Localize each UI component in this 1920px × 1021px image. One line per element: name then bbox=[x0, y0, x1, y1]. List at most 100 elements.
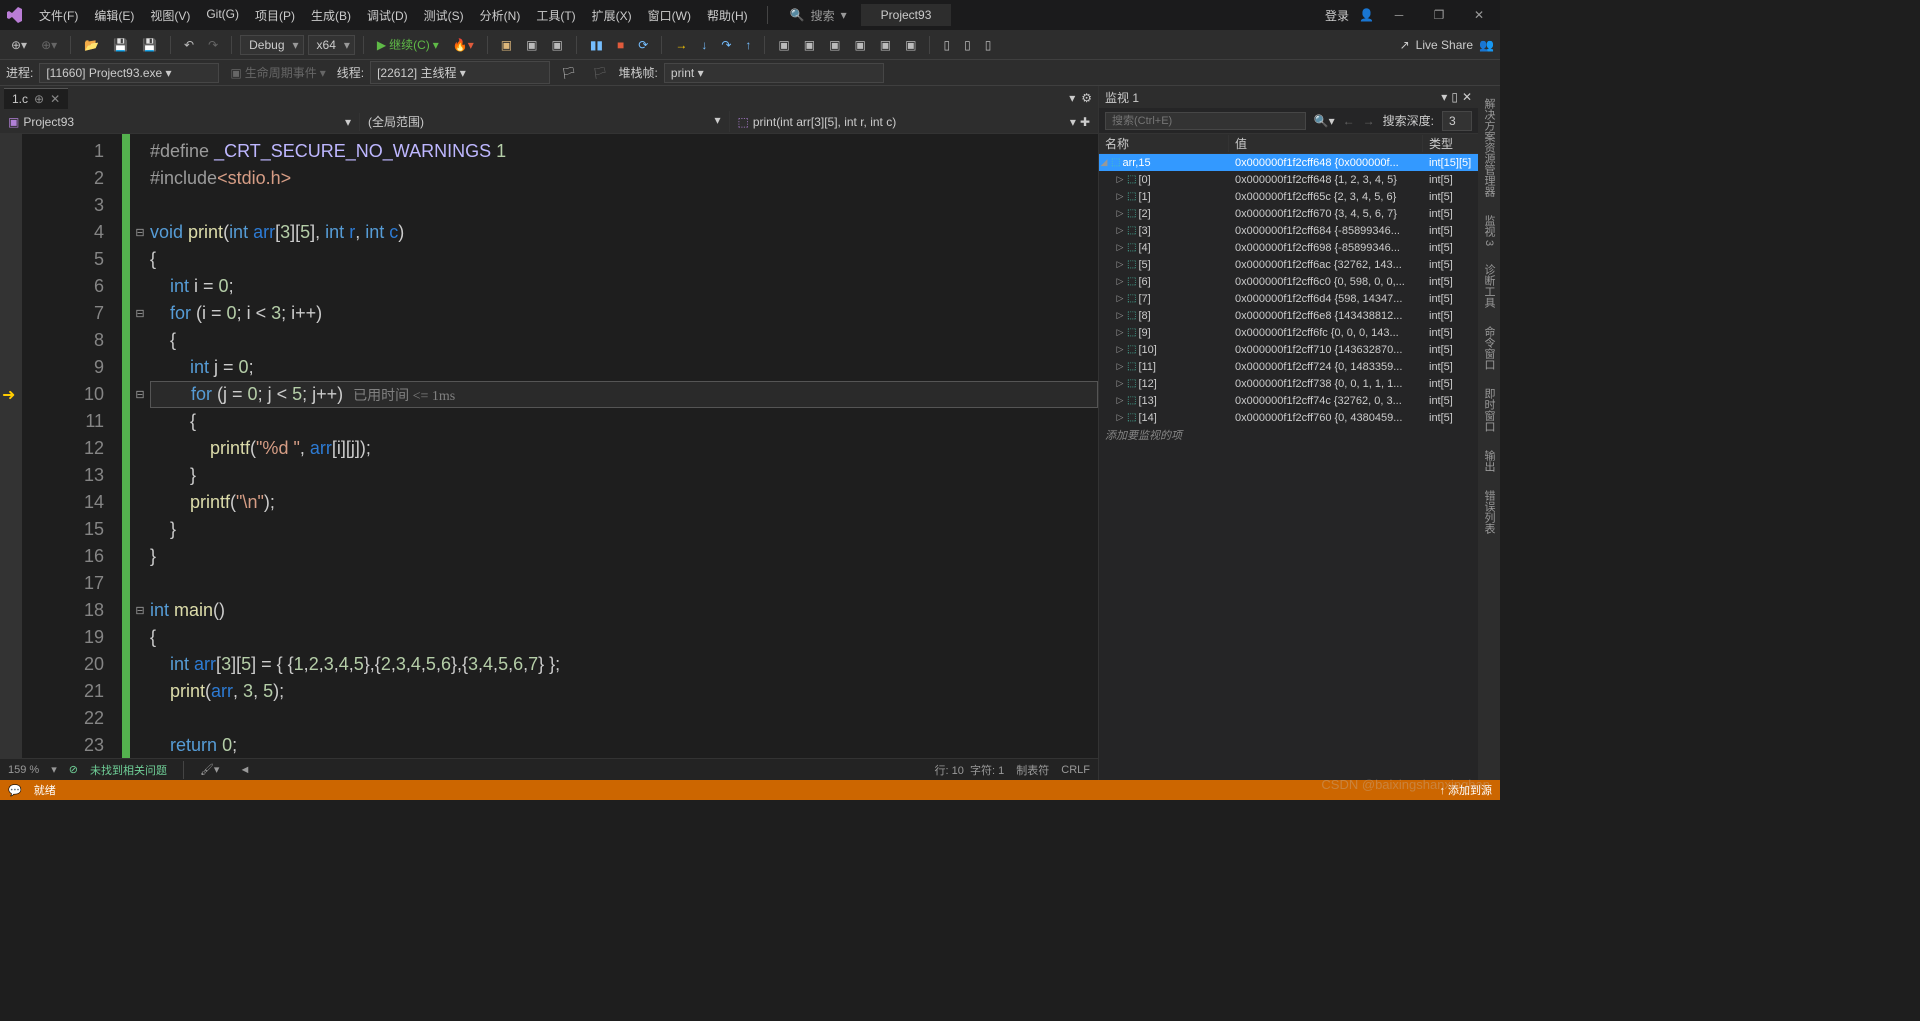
menu-git[interactable]: Git(G) bbox=[199, 3, 246, 28]
continue-button[interactable]: ▶ 继续(C) ▾ bbox=[372, 33, 444, 56]
tool2-icon[interactable]: ▣ bbox=[521, 35, 542, 55]
stop-icon[interactable]: ■ bbox=[612, 35, 629, 55]
menu-extensions[interactable]: 扩展(X) bbox=[585, 3, 639, 28]
search-icon[interactable]: 🔍▾ bbox=[1314, 114, 1335, 128]
watch-row[interactable]: ▷⬚ [1]0x000000f1f2cff65c {2, 3, 4, 5, 6}… bbox=[1099, 188, 1478, 205]
platform-combo[interactable]: x64 bbox=[308, 35, 355, 55]
watch-row[interactable]: ▷⬚ [0]0x000000f1f2cff648 {1, 2, 3, 4, 5}… bbox=[1099, 171, 1478, 188]
chat-icon[interactable]: 💬 bbox=[8, 784, 22, 797]
toolx8-icon[interactable]: ▯ bbox=[959, 35, 976, 55]
save-icon[interactable]: 💾 bbox=[108, 35, 133, 55]
encoding[interactable]: CRLF bbox=[1061, 764, 1090, 776]
toolx7-icon[interactable]: ▯ bbox=[938, 35, 955, 55]
code-editor[interactable]: 123456789 ➜10 11121314151617181920212223… bbox=[0, 134, 1098, 758]
step-into-icon[interactable]: ↓ bbox=[696, 35, 712, 55]
pin-icon[interactable]: ⊕ bbox=[34, 92, 44, 106]
menu-window[interactable]: 窗口(W) bbox=[641, 3, 698, 28]
watch-row[interactable]: ▷⬚ [6]0x000000f1f2cff6c0 {0, 598, 0, 0,.… bbox=[1099, 273, 1478, 290]
plus-icon[interactable]: ✚ bbox=[1080, 115, 1090, 129]
watch-row[interactable]: ▷⬚ [3]0x000000f1f2cff684 {-85899346...in… bbox=[1099, 222, 1478, 239]
menu-debug[interactable]: 调试(D) bbox=[360, 3, 415, 28]
watch-search-input[interactable] bbox=[1105, 112, 1306, 130]
sidetab-imm[interactable]: 即时窗口 bbox=[1478, 380, 1500, 440]
restart-icon[interactable]: ⟳ bbox=[633, 35, 653, 55]
sidetab-watch3[interactable]: 监视 3 bbox=[1478, 207, 1500, 254]
thread-combo[interactable]: [22612] 主线程 ▾ bbox=[370, 61, 550, 84]
step-out-icon[interactable]: ↑ bbox=[740, 35, 756, 55]
nav-scope[interactable]: (全局范围)▾ bbox=[360, 111, 730, 132]
step-over-icon[interactable]: ↷ bbox=[716, 35, 736, 55]
tab-dropdown-icon[interactable]: ▾ bbox=[1069, 91, 1075, 105]
watch-row[interactable]: ▷⬚ [13]0x000000f1f2cff74c {32762, 0, 3..… bbox=[1099, 392, 1478, 409]
watch-row[interactable]: ▷⬚ [2]0x000000f1f2cff670 {3, 4, 5, 6, 7}… bbox=[1099, 205, 1478, 222]
watch-row[interactable]: ▷⬚ [12]0x000000f1f2cff738 {0, 0, 1, 1, 1… bbox=[1099, 375, 1478, 392]
menu-view[interactable]: 视图(V) bbox=[143, 3, 197, 28]
tab-file[interactable]: 1.c⊕✕ bbox=[4, 88, 68, 109]
process-combo[interactable]: [11660] Project93.exe ▾ bbox=[39, 63, 219, 83]
save-all-icon[interactable]: 💾 bbox=[137, 35, 162, 55]
sidetab-err[interactable]: 错误列表 bbox=[1478, 482, 1500, 542]
nav-project[interactable]: ▣Project93▾ bbox=[0, 113, 360, 131]
close-icon[interactable]: ✕ bbox=[1462, 90, 1472, 104]
issues-icon[interactable]: ⊘ bbox=[69, 763, 78, 776]
toolx5-icon[interactable]: ▣ bbox=[875, 35, 896, 55]
watch-row[interactable]: ◢⬚ arr,150x000000f1f2cff648 {0x000000f..… bbox=[1099, 154, 1478, 171]
toolx4-icon[interactable]: ▣ bbox=[849, 35, 870, 55]
hot-reload-icon[interactable]: 🔥▾ bbox=[448, 35, 479, 55]
stackframe-combo[interactable]: print ▾ bbox=[664, 63, 884, 83]
watch-row[interactable]: ▷⬚ [14]0x000000f1f2cff760 {0, 4380459...… bbox=[1099, 409, 1478, 426]
next-icon[interactable]: → bbox=[1363, 114, 1375, 128]
sidetab-diag[interactable]: 诊断工具 bbox=[1478, 256, 1500, 316]
toolx9-icon[interactable]: ▯ bbox=[980, 35, 997, 55]
menu-edit[interactable]: 编辑(E) bbox=[87, 3, 141, 28]
issues-button[interactable]: 未找到相关问题 bbox=[90, 762, 167, 778]
toolx6-icon[interactable]: ▣ bbox=[900, 35, 921, 55]
toolx3-icon[interactable]: ▣ bbox=[824, 35, 845, 55]
watch-row[interactable]: ▷⬚ [5]0x000000f1f2cff6ac {32762, 143...i… bbox=[1099, 256, 1478, 273]
menu-analyze[interactable]: 分析(N) bbox=[473, 3, 528, 28]
zoom-level[interactable]: 159 % bbox=[8, 764, 39, 776]
col-name[interactable]: 名称 bbox=[1099, 135, 1229, 152]
login-button[interactable]: 登录 bbox=[1325, 7, 1349, 24]
redo-icon[interactable]: ↷ bbox=[203, 35, 223, 55]
close-button[interactable]: ✕ bbox=[1464, 8, 1494, 22]
menu-project[interactable]: 项目(P) bbox=[248, 3, 302, 28]
menu-file[interactable]: 文件(F) bbox=[32, 3, 85, 28]
watch-dropdown-icon[interactable]: ▾ bbox=[1441, 90, 1447, 104]
flag2-icon[interactable]: 🏳 bbox=[587, 63, 612, 83]
gear-icon[interactable]: ⚙ bbox=[1081, 91, 1092, 105]
config-combo[interactable]: Debug bbox=[240, 35, 303, 55]
sidetab-out[interactable]: 输出 bbox=[1478, 442, 1500, 480]
depth-combo[interactable]: 3 bbox=[1442, 111, 1472, 131]
watch-row[interactable]: ▷⬚ [9]0x000000f1f2cff6fc {0, 0, 0, 143..… bbox=[1099, 324, 1478, 341]
global-search[interactable]: 🔍搜索▾ bbox=[790, 7, 847, 24]
back-button[interactable]: ⊕▾ bbox=[6, 35, 32, 55]
live-share-button[interactable]: ↗Live Share👥 bbox=[1400, 38, 1494, 52]
menu-help[interactable]: 帮助(H) bbox=[700, 3, 755, 28]
nav-function[interactable]: ⬚print(int arr[3][5], int r, int c)▾✚ bbox=[730, 113, 1099, 131]
watch-add-new[interactable]: 添加要监视的项 bbox=[1099, 426, 1478, 443]
login-user-icon[interactable]: 👤 bbox=[1359, 8, 1374, 22]
pin-icon[interactable]: ▯ bbox=[1451, 90, 1458, 104]
close-tab-icon[interactable]: ✕ bbox=[50, 92, 60, 106]
maximize-button[interactable]: ❐ bbox=[1424, 8, 1454, 22]
forward-button[interactable]: ⊕▾ bbox=[36, 35, 62, 55]
sidetab-solution[interactable]: 解决方案资源管理器 bbox=[1478, 90, 1500, 205]
sidetab-cmd[interactable]: 命令窗口 bbox=[1478, 318, 1500, 378]
menu-test[interactable]: 测试(S) bbox=[417, 3, 471, 28]
show-next-icon[interactable]: → bbox=[670, 35, 692, 55]
watch-row[interactable]: ▷⬚ [11]0x000000f1f2cff724 {0, 1483359...… bbox=[1099, 358, 1478, 375]
col-value[interactable]: 值 bbox=[1229, 135, 1423, 152]
tabs-mode[interactable]: 制表符 bbox=[1016, 762, 1049, 778]
flag-icon[interactable]: 🏳 bbox=[556, 63, 581, 83]
undo-icon[interactable]: ↶ bbox=[179, 35, 199, 55]
paint-icon[interactable]: 🖌▾ bbox=[200, 763, 220, 776]
menu-tools[interactable]: 工具(T) bbox=[529, 3, 582, 28]
open-icon[interactable]: 📂 bbox=[79, 35, 104, 55]
tool3-icon[interactable]: ▣ bbox=[546, 35, 567, 55]
pause-icon[interactable]: ▮▮ bbox=[585, 35, 608, 55]
watch-row[interactable]: ▷⬚ [10]0x000000f1f2cff710 {143632870...i… bbox=[1099, 341, 1478, 358]
watch-row[interactable]: ▷⬚ [7]0x000000f1f2cff6d4 {598, 14347...i… bbox=[1099, 290, 1478, 307]
fold-gutter[interactable]: ⊟⊟⊟⊟ bbox=[130, 134, 150, 758]
tool-icon[interactable]: ▣ bbox=[496, 35, 517, 55]
